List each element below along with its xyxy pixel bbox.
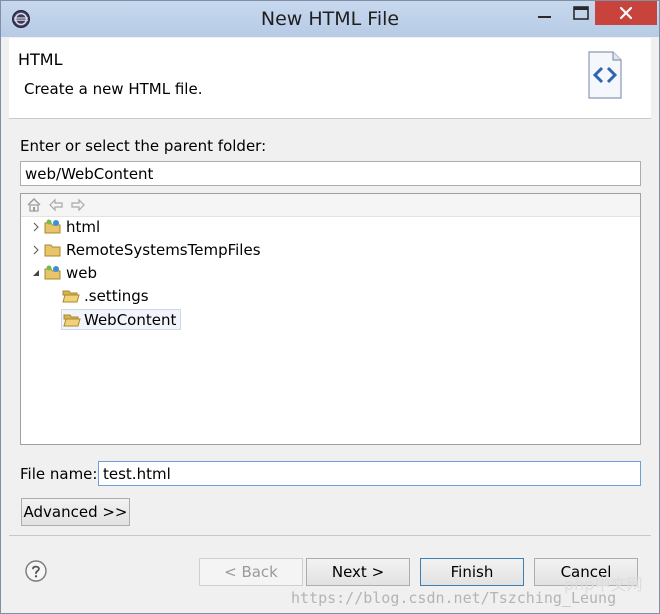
wizard-header: HTML Create a new HTML file. bbox=[9, 38, 651, 119]
close-button[interactable] bbox=[595, 1, 657, 25]
tree-item-label: web bbox=[66, 264, 98, 282]
tree-item-remote-systems[interactable]: RemoteSystemsTempFiles bbox=[31, 240, 291, 261]
forward-arrow-icon[interactable] bbox=[70, 197, 86, 213]
file-name-input[interactable] bbox=[98, 461, 641, 486]
title-bar[interactable]: New HTML File bbox=[1, 1, 659, 37]
tree-item-webcontent[interactable]: WebContent bbox=[61, 309, 181, 330]
minimize-icon bbox=[538, 16, 551, 18]
close-icon bbox=[619, 6, 633, 20]
maximize-button[interactable] bbox=[568, 1, 594, 25]
back-button[interactable]: < Back bbox=[199, 558, 303, 586]
finish-button[interactable]: Finish bbox=[420, 558, 524, 586]
file-name-label: File name: bbox=[20, 465, 98, 483]
tree-item-web[interactable]: web bbox=[31, 263, 231, 284]
next-button[interactable]: Next > bbox=[306, 558, 410, 586]
footer-divider bbox=[9, 535, 651, 536]
wizard-title: HTML bbox=[18, 50, 63, 69]
project-folder-icon bbox=[44, 219, 61, 234]
collapse-arrow-icon[interactable] bbox=[31, 268, 41, 278]
parent-folder-input[interactable] bbox=[20, 161, 641, 186]
maximize-icon bbox=[573, 6, 589, 20]
tree-item-label: RemoteSystemsTempFiles bbox=[66, 241, 261, 259]
tree-item-label: WebContent bbox=[84, 311, 177, 329]
tree-toolbar bbox=[21, 194, 640, 217]
folder-tree[interactable]: html RemoteSystemsTempFiles web .setting… bbox=[20, 193, 641, 445]
help-icon[interactable] bbox=[25, 560, 47, 582]
dialog-window: New HTML File HTML Create a new HTML fil… bbox=[0, 0, 660, 614]
back-arrow-icon[interactable] bbox=[48, 197, 64, 213]
minimize-button[interactable] bbox=[522, 1, 568, 25]
expand-arrow-icon[interactable] bbox=[31, 222, 41, 232]
home-icon[interactable] bbox=[26, 197, 42, 213]
advanced-button[interactable]: Advanced >> bbox=[21, 498, 130, 526]
open-folder-icon bbox=[62, 290, 80, 303]
folder-icon bbox=[44, 244, 61, 257]
wizard-description: Create a new HTML file. bbox=[24, 80, 203, 98]
project-folder-icon bbox=[44, 265, 61, 280]
html-file-wizard-icon bbox=[588, 51, 622, 99]
tree-item-label: html bbox=[66, 218, 101, 236]
open-folder-icon bbox=[63, 314, 81, 327]
tree-item-html[interactable]: html bbox=[31, 217, 231, 238]
tree-item-settings[interactable]: .settings bbox=[62, 286, 262, 307]
parent-folder-label: Enter or select the parent folder: bbox=[20, 137, 267, 155]
tree-item-label: .settings bbox=[84, 287, 149, 305]
expand-arrow-icon[interactable] bbox=[31, 245, 41, 255]
watermark-url: https://blog.csdn.net/Tszching_Leung bbox=[291, 589, 617, 607]
